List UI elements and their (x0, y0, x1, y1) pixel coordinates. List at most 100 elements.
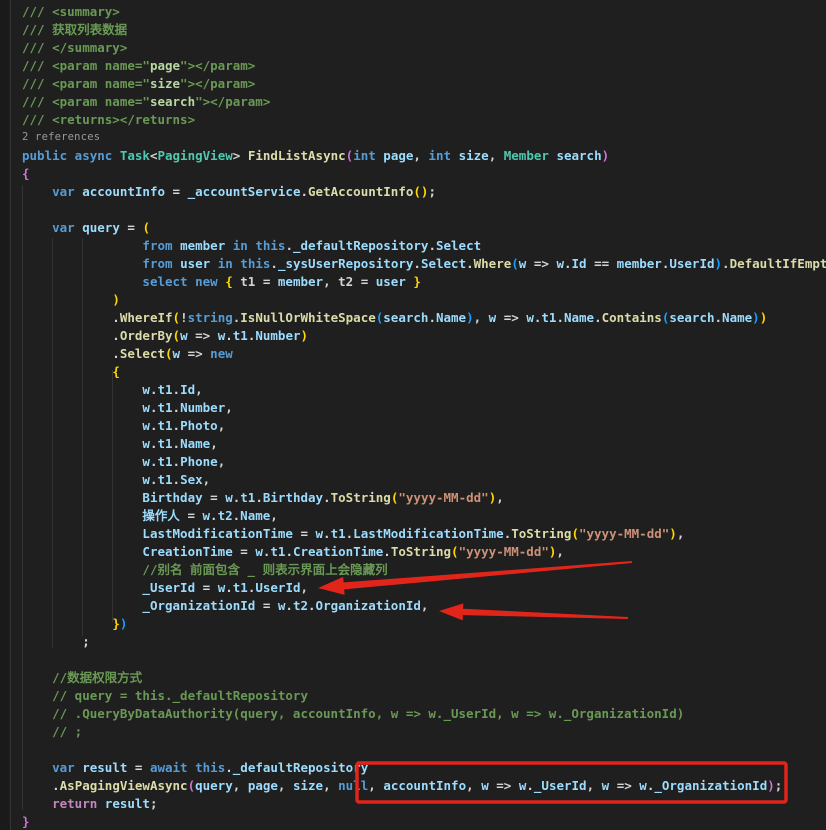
code-token: Number (255, 328, 300, 343)
code-token: FindListAsync (248, 148, 346, 163)
code-token: string (188, 310, 233, 325)
code-token: Contains (602, 310, 662, 325)
code-token: . (173, 400, 181, 415)
code-token: DefaultIfEmpty (730, 256, 826, 271)
code-token: ( (142, 220, 150, 235)
code-token: t1 (157, 472, 172, 487)
code-token (22, 400, 142, 415)
code-token: GetAccountInfo (308, 184, 413, 199)
code-token: /// <returns></returns> (22, 112, 195, 127)
code-token: . (22, 778, 60, 793)
code-token (22, 562, 142, 577)
code-token: // .QueryByDataAuthority(query, accountI… (52, 706, 684, 721)
code-token: . (210, 508, 218, 523)
code-token (22, 490, 142, 505)
code-line: /// <param name="search"></param> (22, 93, 826, 111)
code-token (188, 760, 196, 775)
code-line (22, 201, 826, 219)
code-token (22, 724, 52, 739)
code-token: . (225, 328, 233, 343)
code-token: _OrganizationId (142, 598, 255, 613)
code-token: await (150, 760, 188, 775)
code-token: t2 (293, 598, 308, 613)
code-line: /// 获取列表数据 (22, 21, 826, 39)
code-token: ( (188, 778, 196, 793)
code-token: w (255, 544, 263, 559)
code-token (22, 418, 142, 433)
code-token: var (52, 760, 75, 775)
code-token: = (165, 184, 188, 199)
code-token: UserId (669, 256, 714, 271)
code-token: OrderBy (120, 328, 173, 343)
code-token: () (413, 184, 428, 199)
code-token: WhereIf (120, 310, 173, 325)
code-token: , (489, 148, 504, 163)
code-token: CreationTime (142, 544, 232, 559)
code-token (22, 526, 142, 541)
code-token: { (225, 274, 233, 289)
code-line: CreationTime = w.t1.CreationTime.ToStrin… (22, 543, 826, 561)
code-token: } (413, 274, 421, 289)
code-line: 操作人 = w.t2.Name, (22, 507, 826, 525)
code-token: . (715, 310, 723, 325)
code-token: , (556, 544, 564, 559)
code-token: , (278, 778, 293, 793)
code-token: = (195, 580, 218, 595)
code-token: . (556, 310, 564, 325)
code-token: "></param> (180, 58, 255, 73)
code-token: . (285, 238, 293, 253)
code-token: Birthday (142, 490, 202, 505)
code-token (225, 238, 233, 253)
code-token: w (142, 436, 150, 451)
code-line: public async Task<PagingView> FindListAs… (22, 147, 826, 165)
code-token: //别名 前面包含 _ 则表示界面上会隐藏列 (142, 562, 387, 577)
code-line: w.t1.Phone, (22, 453, 826, 471)
code-token: > (233, 148, 248, 163)
code-token: Id (572, 256, 587, 271)
codelens-references[interactable]: 2 references (22, 129, 826, 147)
code-line: { (22, 165, 826, 183)
code-token (97, 796, 105, 811)
code-line: } (22, 813, 826, 830)
code-token (22, 688, 52, 703)
code-token (173, 256, 181, 271)
code-token: ToString (511, 526, 571, 541)
code-token: _OrganizationId (654, 778, 767, 793)
code-line: var accountInfo = _accountService.GetAcc… (22, 183, 826, 201)
code-token: from (142, 256, 172, 271)
code-token: } (112, 616, 120, 631)
code-token: Birthday (263, 490, 323, 505)
code-token: ) (466, 310, 474, 325)
code-token: "yyyy-MM-dd" (579, 526, 669, 541)
code-token: . (323, 490, 331, 505)
code-token (173, 238, 181, 253)
code-token: accountInfo (82, 184, 165, 199)
code-token: Sex (180, 472, 203, 487)
code-line: // query = this._defaultRepository (22, 687, 826, 705)
code-token: . (255, 490, 263, 505)
code-token: CreationTime (293, 544, 383, 559)
code-line: from user in this._sysUserRepository.Sel… (22, 255, 826, 273)
code-token: /// <summary> (22, 4, 120, 19)
code-token: page (383, 148, 413, 163)
code-token (22, 238, 142, 253)
code-token: null (338, 778, 368, 793)
code-token: . (285, 598, 293, 613)
code-token: _accountService (188, 184, 301, 199)
code-token (22, 364, 112, 379)
code-token: w (142, 472, 150, 487)
code-line: _OrganizationId = w.t2.OrganizationId, (22, 597, 826, 615)
code-token: ; (428, 184, 436, 199)
code-token: Number (180, 400, 225, 415)
code-token: search (556, 148, 601, 163)
code-line: .AsPagingViewAsync(query, page, size, nu… (22, 777, 826, 795)
code-token (22, 544, 142, 559)
code-token: _UserId (534, 778, 587, 793)
code-line: { (22, 363, 826, 381)
code-token (22, 256, 142, 271)
code-token: . (22, 328, 120, 343)
code-token: ( (451, 544, 459, 559)
code-token (22, 796, 52, 811)
code-token: = (255, 598, 278, 613)
code-token: _UserId (142, 580, 195, 595)
